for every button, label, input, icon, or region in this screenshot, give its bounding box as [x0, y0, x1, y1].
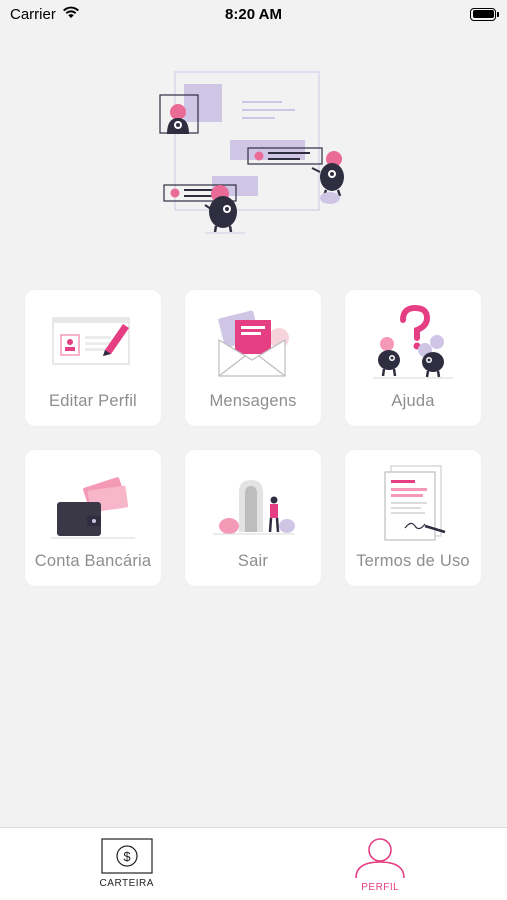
battery-icon [470, 7, 499, 21]
wifi-icon [62, 5, 80, 23]
terms-of-use-label: Termos de Uso [356, 552, 470, 570]
wallet-illustration [51, 477, 135, 539]
help-illustration [373, 304, 453, 379]
wallet-dollar-icon: $ [101, 838, 153, 874]
edit-profile-card[interactable]: Editar Perfil [25, 290, 161, 426]
exit-door-illustration [213, 480, 295, 535]
svg-text:$: $ [123, 849, 131, 864]
messages-card[interactable]: Mensagens [185, 290, 321, 426]
tab-wallet-label: CARTEIRA [99, 878, 154, 889]
status-left: Carrier [10, 5, 80, 23]
person-icon [355, 838, 406, 878]
status-bar: Carrier 8:20 AM [0, 0, 507, 28]
messages-label: Mensagens [209, 392, 297, 410]
help-label: Ajuda [391, 392, 435, 410]
edit-profile-label: Editar Perfil [49, 392, 137, 410]
bottom-tab-bar: $ CARTEIRA PERFIL [0, 827, 507, 900]
tab-wallet[interactable]: $ CARTEIRA [0, 828, 254, 900]
logout-card[interactable]: Sair [185, 450, 321, 586]
tab-profile[interactable]: PERFIL [254, 828, 507, 900]
messages-illustration [218, 310, 289, 377]
profile-hero-illustration [150, 62, 360, 237]
bank-account-card[interactable]: Conta Bancária [25, 450, 161, 586]
logout-label: Sair [237, 552, 269, 570]
carrier-label: Carrier [10, 5, 56, 23]
terms-of-use-card[interactable]: Termos de Uso [345, 450, 481, 586]
help-card[interactable]: Ajuda [345, 290, 481, 426]
bank-account-label: Conta Bancária [34, 552, 152, 570]
tab-profile-label: PERFIL [361, 882, 400, 893]
terms-document-illustration [384, 465, 446, 541]
profile-menu-grid: Editar Perfil Mensagens Ajuda Conta Banc… [25, 290, 481, 586]
edit-profile-illustration [52, 317, 130, 365]
